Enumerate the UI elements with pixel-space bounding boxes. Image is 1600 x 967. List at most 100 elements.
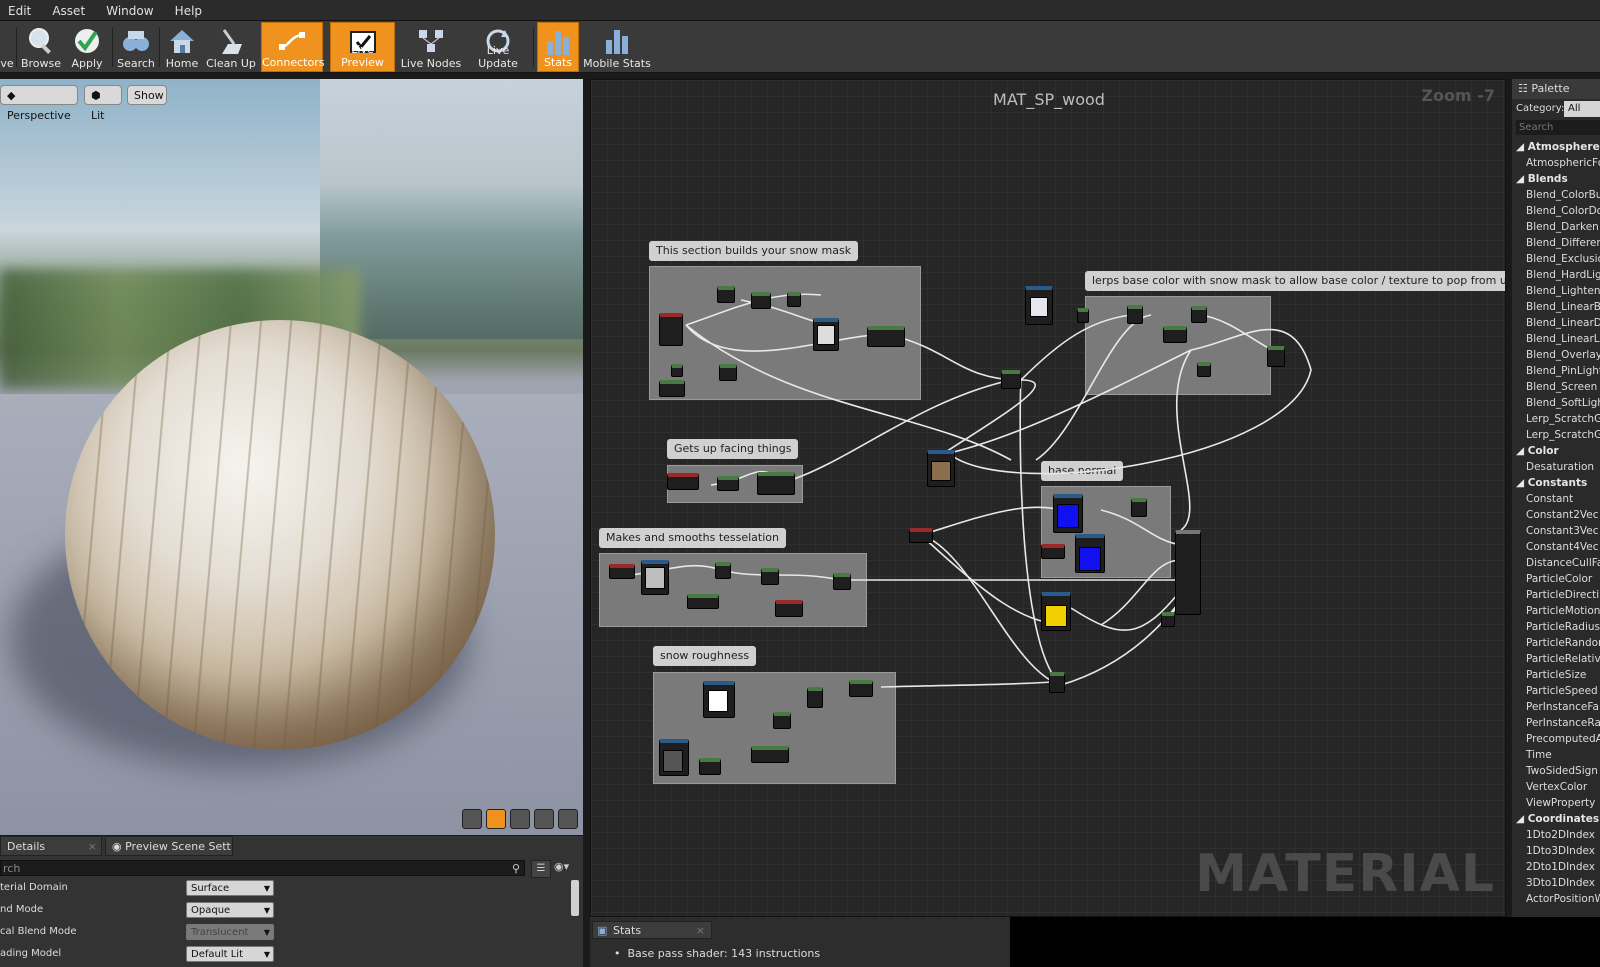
graph-node[interactable] — [909, 528, 933, 543]
palette-search-input[interactable]: Search — [1516, 120, 1600, 135]
show-button[interactable]: Show — [127, 85, 167, 105]
graph-node[interactable] — [833, 573, 851, 590]
graph-node[interactable] — [641, 560, 669, 595]
graph-node[interactable] — [751, 746, 789, 763]
graph-node[interactable] — [1163, 326, 1187, 343]
graph-node[interactable] — [717, 286, 735, 303]
menu-asset[interactable]: Asset — [44, 1, 93, 21]
mobile-stats-button[interactable]: Mobile Stats — [583, 22, 651, 72]
home-button[interactable]: Home — [161, 22, 203, 72]
close-icon[interactable]: × — [88, 837, 97, 857]
graph-node[interactable] — [1001, 370, 1021, 389]
save-button[interactable]: ve — [0, 22, 14, 72]
palette-category[interactable]: ◢ Coordinates — [1516, 813, 1599, 825]
graph-node[interactable] — [927, 450, 955, 487]
graph-node[interactable] — [867, 326, 905, 347]
palette-item[interactable]: Constant — [1526, 493, 1573, 505]
graph-node[interactable] — [1161, 612, 1175, 627]
palette-item[interactable]: Constant2Vec 2 — [1526, 509, 1600, 521]
palette-item[interactable]: PerInstanceRa — [1526, 717, 1600, 729]
graph-node[interactable] — [659, 739, 689, 776]
palette-item[interactable]: Desaturation — [1526, 461, 1594, 473]
close-icon[interactable]: × — [696, 922, 705, 940]
live-preview-toggle[interactable]: Live Preview — [330, 22, 395, 72]
palette-item[interactable]: Blend_SoftLigh — [1526, 397, 1600, 409]
graph-node[interactable] — [849, 680, 873, 697]
preview-plane-icon[interactable] — [510, 809, 530, 829]
palette-item[interactable]: Lerp_ScratchG — [1526, 413, 1600, 425]
palette-item[interactable]: ParticleMotion — [1526, 605, 1600, 617]
palette-item[interactable]: ParticleColor — [1526, 573, 1592, 585]
palette-item[interactable]: Blend_PinLight — [1526, 365, 1600, 377]
palette-item[interactable]: Blend_LinearLi — [1526, 333, 1600, 345]
palette-item[interactable]: AtmosphericFo — [1526, 157, 1600, 169]
graph-node[interactable] — [1041, 592, 1071, 631]
browse-button[interactable]: Browse — [18, 22, 64, 72]
graph-node[interactable] — [667, 473, 699, 490]
menu-help[interactable]: Help — [167, 1, 210, 21]
palette-item[interactable]: Blend_Differen — [1526, 237, 1600, 249]
graph-node[interactable] — [659, 380, 685, 397]
graph-node[interactable] — [671, 364, 683, 377]
palette-item[interactable]: 1Dto2DIndex — [1526, 829, 1595, 841]
graph-node[interactable] — [717, 476, 739, 491]
graph-node[interactable] — [751, 292, 771, 309]
palette-item[interactable]: PrecomputedA — [1526, 733, 1600, 745]
graph-node[interactable] — [1191, 306, 1207, 323]
graph-node[interactable] — [775, 600, 803, 617]
category-select[interactable]: All — [1564, 101, 1600, 117]
palette-item[interactable]: Constant4Vec 4 — [1526, 541, 1600, 553]
graph-node[interactable] — [715, 562, 731, 579]
graph-node[interactable] — [813, 318, 839, 351]
search-button[interactable]: Search — [114, 22, 158, 72]
graph-node[interactable] — [1131, 498, 1147, 517]
graph-node[interactable] — [1197, 362, 1211, 377]
graph-node[interactable] — [1077, 308, 1089, 323]
apply-button[interactable]: Apply — [64, 22, 110, 72]
clean-up-button[interactable]: Clean Up — [205, 22, 257, 72]
palette-item[interactable]: ParticleDirecti — [1526, 589, 1599, 601]
graph-node[interactable] — [1053, 494, 1083, 533]
graph-node[interactable] — [719, 364, 737, 381]
graph-node[interactable] — [1267, 346, 1285, 367]
palette-item[interactable]: Blend_HardLig — [1526, 269, 1600, 281]
palette-item[interactable]: ParticleSize — [1526, 669, 1586, 681]
graph-node[interactable] — [757, 472, 795, 495]
details-scrollbar[interactable] — [571, 880, 579, 916]
palette-category[interactable]: ◢ Atmosphere — [1516, 141, 1600, 153]
material-domain-select[interactable]: Surface — [186, 880, 274, 897]
palette-item[interactable]: Time — [1526, 749, 1552, 761]
graph-node[interactable] — [609, 564, 635, 579]
tab-stats[interactable]: ▣ Stats × — [592, 921, 712, 939]
palette-item[interactable]: ParticleRandor — [1526, 637, 1600, 649]
palette-item[interactable]: Blend_LinearD — [1526, 317, 1600, 329]
graph-node[interactable] — [1025, 286, 1053, 325]
palette-item[interactable]: ActorPositionW — [1526, 893, 1600, 905]
palette-category[interactable]: ◢ Blends — [1516, 173, 1568, 185]
blend-mode-select[interactable]: Opaque — [186, 902, 274, 919]
graph-node[interactable] — [787, 292, 801, 307]
graph-node[interactable] — [703, 681, 735, 718]
live-nodes-button[interactable]: Live Nodes — [400, 22, 462, 72]
palette-item[interactable]: 2Dto1DIndex — [1526, 861, 1595, 873]
live-update-button[interactable]: Live Update — [466, 22, 530, 72]
menu-window[interactable]: Window — [98, 1, 161, 21]
palette-item[interactable]: 3Dto1DIndex — [1526, 877, 1595, 889]
palette-category[interactable]: ◢ Color — [1516, 445, 1559, 457]
view-options-icon[interactable]: ☰ — [531, 860, 551, 878]
material-graph[interactable]: MAT_SP_wood Zoom -7 This section builds … — [590, 79, 1506, 917]
perspective-button[interactable]: ◆ Perspective — [0, 85, 78, 122]
tab-preview-scene-settings[interactable]: ◉ Preview Scene Sett — [105, 836, 233, 856]
palette-item[interactable]: ParticleRelativ — [1526, 653, 1600, 665]
graph-node[interactable] — [1075, 534, 1105, 573]
preview-viewport[interactable]: Z Y — [0, 79, 583, 835]
palette-item[interactable]: Blend_ColorDo — [1526, 205, 1600, 217]
preview-mesh-icon[interactable] — [558, 809, 578, 829]
graph-node[interactable] — [687, 594, 719, 609]
graph-node[interactable] — [659, 313, 683, 346]
connectors-toggle[interactable]: Connectors — [261, 22, 324, 72]
palette-item[interactable]: Blend_Darken — [1526, 221, 1599, 233]
graph-node[interactable] — [773, 712, 791, 729]
palette-item[interactable]: Constant3Vec 3 — [1526, 525, 1600, 537]
graph-node[interactable] — [1049, 672, 1065, 693]
